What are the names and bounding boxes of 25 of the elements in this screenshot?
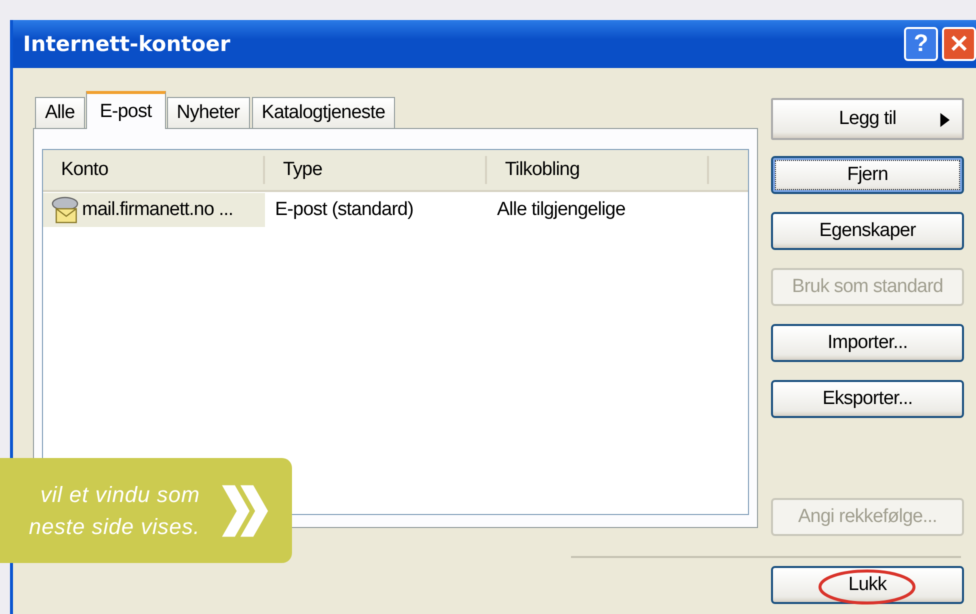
tab[interactable]: Katalogtjeneste	[252, 97, 396, 128]
close-dialog-button[interactable]: Lukk	[771, 566, 964, 604]
mail-server-icon	[49, 195, 81, 225]
action-button[interactable]: Fjern	[771, 156, 964, 194]
window-title: Internett-kontoer	[23, 32, 230, 56]
tab[interactable]: Nyheter	[166, 97, 250, 128]
table-cell-text: Alle tilgjengelige	[496, 199, 626, 221]
action-button[interactable]: Legg til	[771, 98, 964, 140]
account-name: mail.firmanett.no ...	[82, 199, 234, 221]
action-button[interactable]: Importer...	[771, 324, 964, 362]
column-header[interactable]: Tilkobling	[487, 156, 709, 184]
tab[interactable]: E-post	[86, 91, 166, 129]
callout-text: neste side vises.	[28, 512, 200, 540]
column-header[interactable]: Type	[265, 156, 487, 184]
close-button[interactable]: ✕	[942, 27, 976, 61]
action-button[interactable]: Eksporter...	[771, 380, 964, 418]
caret-icon	[940, 113, 950, 127]
column-header[interactable]: Konto	[43, 156, 265, 184]
table-cell-text: E-post (standard)	[274, 199, 414, 221]
tab[interactable]: Alle	[35, 97, 85, 128]
help-button[interactable]: ?	[904, 27, 938, 61]
callout-text: vil et vindu som	[40, 480, 200, 508]
double-chevron-icon	[222, 484, 268, 538]
table-cell[interactable]: mail.firmanett.no ...	[43, 193, 265, 227]
action-button[interactable]: Egenskaper	[771, 212, 964, 250]
